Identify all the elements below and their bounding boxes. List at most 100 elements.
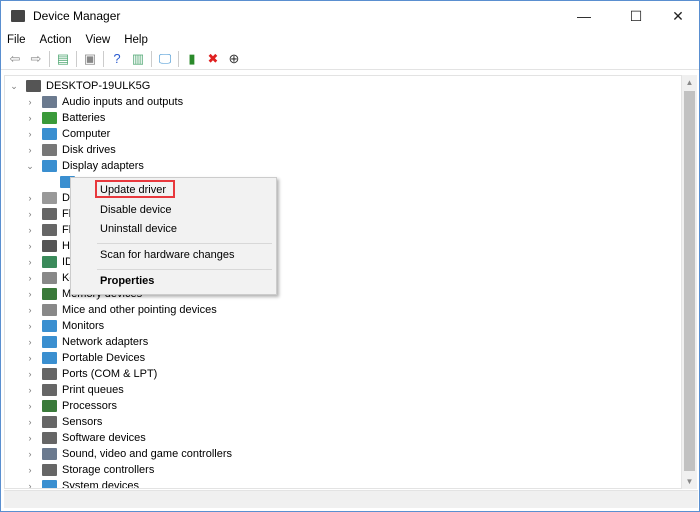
chevron-right-icon[interactable]: › — [24, 417, 36, 427]
back-icon[interactable]: ⇦ — [7, 51, 23, 67]
toolbar-separator — [103, 50, 104, 67]
tree-item-label: Processors — [62, 400, 118, 412]
show-hide-console-tree-icon[interactable]: ▤ — [55, 51, 71, 67]
tree-item-label: Storage controllers — [62, 464, 155, 476]
tree-item-category[interactable]: › Software devices — [24, 430, 146, 446]
tree-item-category[interactable]: › Monitors — [24, 318, 104, 334]
device-category-icon — [42, 336, 57, 348]
chevron-right-icon[interactable]: › — [24, 241, 36, 251]
tree-item-label: Portable Devices — [62, 352, 146, 364]
chevron-right-icon[interactable]: › — [24, 321, 36, 331]
device-category-icon — [42, 352, 57, 364]
tree-item-label: Monitors — [62, 320, 105, 332]
tree-item-label: Display adapters — [62, 160, 144, 172]
tree-item-category[interactable]: › Sensors — [24, 414, 102, 430]
tree-item-category[interactable]: › Portable Devices — [24, 350, 145, 366]
chevron-right-icon[interactable]: › — [24, 369, 36, 379]
update-driver-icon[interactable]: ▮ — [184, 51, 200, 67]
chevron-right-icon[interactable]: › — [24, 257, 36, 267]
chevron-right-icon[interactable]: › — [24, 193, 36, 203]
tree-item-label: Disk drives — [62, 144, 116, 156]
help-icon[interactable]: ? — [109, 51, 125, 67]
chevron-right-icon[interactable]: › — [24, 385, 36, 395]
chevron-right-icon[interactable]: › — [24, 401, 36, 411]
maximize-button[interactable]: ☐ — [613, 1, 659, 31]
menu-help[interactable]: Help — [124, 34, 148, 46]
minimize-button[interactable]: — — [561, 1, 607, 31]
uninstall-icon[interactable]: ✖ — [205, 51, 221, 67]
tree-item-category[interactable]: › Processors — [24, 398, 117, 414]
menu-item-scan-hardware[interactable]: Scan for hardware changes — [100, 249, 235, 261]
device-category-icon — [42, 192, 57, 204]
device-category-icon — [42, 272, 57, 284]
menu-item-properties[interactable]: Properties — [100, 275, 154, 287]
tree-item-category[interactable]: › Storage controllers — [24, 462, 154, 478]
chevron-right-icon[interactable]: › — [24, 481, 36, 488]
tree-item-category[interactable]: › Sound, video and game controllers — [24, 446, 232, 462]
toolbar-separator — [151, 50, 152, 67]
menu-file[interactable]: File — [7, 34, 26, 46]
scrollbar-thumb[interactable] — [684, 91, 695, 471]
chevron-right-icon[interactable]: › — [24, 113, 36, 123]
chevron-right-icon[interactable]: › — [24, 289, 36, 299]
menu-bar: File Action View Help — [1, 31, 699, 48]
scan-hardware-icon[interactable]: 🖵 — [157, 51, 173, 67]
action-pane-icon[interactable]: ▥ — [130, 51, 146, 67]
device-category-icon — [26, 80, 41, 92]
chevron-right-icon[interactable]: › — [24, 145, 36, 155]
chevron-right-icon[interactable]: › — [24, 209, 36, 219]
tree-item-label: DESKTOP-19ULK5G — [46, 80, 151, 92]
chevron-right-icon[interactable]: › — [24, 353, 36, 363]
toolbar: ⇦ ⇨ ▤ ▣? ▥ 🖵 ▮ ✖ ⊕ — [1, 48, 699, 70]
device-category-icon — [42, 432, 57, 444]
device-category-icon — [42, 384, 57, 396]
menu-separator — [97, 269, 272, 270]
chevron-right-icon[interactable]: › — [24, 273, 36, 283]
menu-action[interactable]: Action — [40, 34, 72, 46]
chevron-right-icon[interactable]: › — [24, 305, 36, 315]
tree-item-category[interactable]: › Disk drives — [24, 142, 116, 158]
chevron-right-icon[interactable]: › — [24, 337, 36, 347]
chevron-down-icon[interactable]: ⌄ — [8, 81, 20, 92]
chevron-right-icon[interactable]: › — [24, 129, 36, 139]
properties-icon[interactable]: ▣ — [82, 51, 98, 67]
tree-item-category[interactable]: › Network adapters — [24, 334, 148, 350]
device-category-icon — [42, 320, 57, 332]
menu-item-disable-device[interactable]: Disable device — [100, 204, 172, 216]
tree-item-label: Computer — [62, 128, 111, 140]
menu-separator — [97, 243, 272, 244]
device-category-icon — [42, 208, 57, 220]
tree-item-category[interactable]: › System devices — [24, 478, 139, 488]
tree-item-category[interactable]: › Batteries — [24, 110, 105, 126]
vertical-scrollbar[interactable]: ▲ ▼ — [682, 75, 697, 489]
chevron-right-icon[interactable]: › — [24, 465, 36, 475]
device-category-icon — [42, 288, 57, 300]
device-category-icon — [42, 368, 57, 380]
close-button[interactable]: ✕ — [655, 1, 700, 31]
device-category-icon — [42, 416, 57, 428]
tree-item-label: Print queues — [62, 384, 124, 396]
chevron-down-icon[interactable]: ⌄ — [24, 161, 36, 172]
tree-item-category[interactable]: › Mice and other pointing devices — [24, 302, 217, 318]
tree-item-category[interactable]: › Print queues — [24, 382, 124, 398]
disable-icon[interactable]: ⊕ — [226, 51, 242, 67]
menu-view[interactable]: View — [86, 34, 111, 46]
forward-icon[interactable]: ⇨ — [28, 51, 44, 67]
device-category-icon — [42, 448, 57, 460]
scroll-down-icon[interactable]: ▼ — [682, 474, 697, 489]
tree-item-category[interactable]: › Ports (COM & LPT) — [24, 366, 157, 382]
menu-item-uninstall-device[interactable]: Uninstall device — [100, 223, 177, 235]
tree-root-computer[interactable]: ⌄ DESKTOP-19ULK5G — [8, 78, 150, 94]
tree-item-category[interactable]: › Computer — [24, 126, 110, 142]
toolbar-separator — [76, 50, 77, 67]
scroll-up-icon[interactable]: ▲ — [682, 75, 697, 90]
tree-item-label: Software devices — [62, 432, 146, 444]
menu-item-update-driver[interactable]: Update driver — [100, 184, 166, 196]
tree-item-category[interactable]: ⌄ Display adapters — [24, 158, 144, 174]
chevron-right-icon[interactable]: › — [24, 433, 36, 443]
chevron-right-icon[interactable]: › — [24, 97, 36, 107]
tree-item-category[interactable]: › Audio inputs and outputs — [24, 94, 183, 110]
tree-item-label: Network adapters — [62, 336, 149, 348]
chevron-right-icon[interactable]: › — [24, 449, 36, 459]
chevron-right-icon[interactable]: › — [24, 225, 36, 235]
